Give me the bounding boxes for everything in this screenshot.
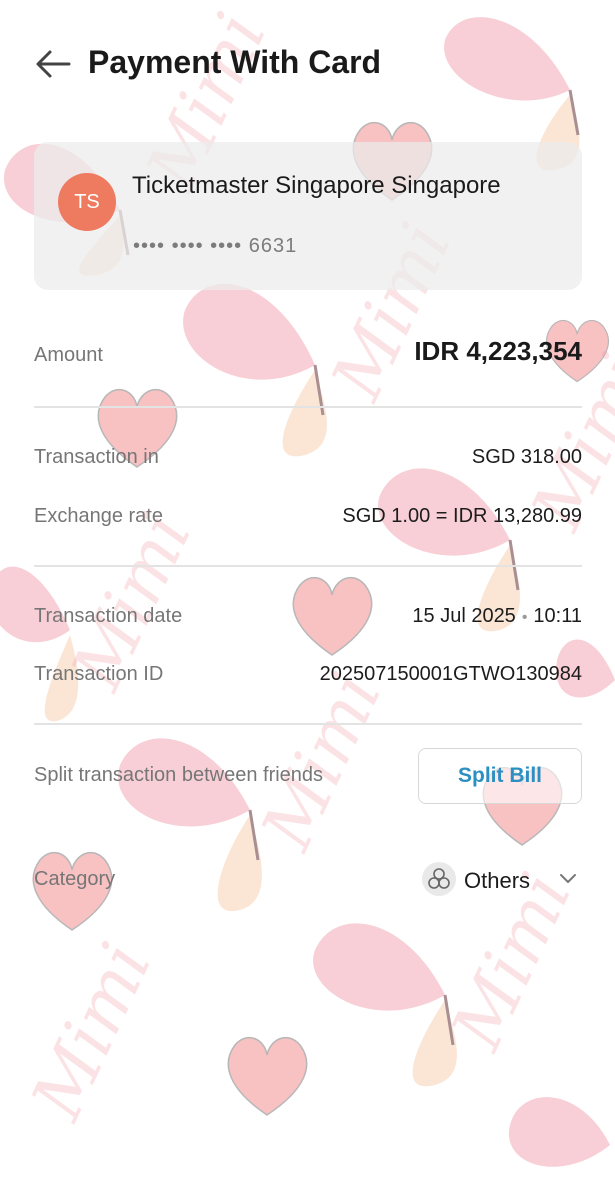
transaction-id-row: Transaction ID 202507150001GTWO130984 — [34, 663, 582, 693]
chevron-down-icon — [560, 874, 576, 883]
butterfly-icon — [508, 1097, 610, 1167]
butterfly-icon — [313, 923, 457, 1087]
amount-row: Amount IDR 4,223,354 — [34, 336, 582, 376]
transaction-id-value[interactable]: 202507150001GTWO130984 — [320, 663, 582, 686]
exchange-rate-label: Exchange rate — [34, 505, 163, 527]
separator-dot: • — [521, 609, 528, 626]
amount-label: Amount — [34, 344, 103, 366]
amount-value: IDR 4,223,354 — [414, 336, 582, 366]
watermark-text: Mimi — [15, 930, 168, 1132]
category-value: Others — [464, 868, 531, 893]
transaction-date-label: Transaction date — [34, 605, 183, 627]
exchange-rate-value: SGD 1.00 = IDR 13,280.99 — [342, 505, 582, 527]
category-row: Category Others — [34, 860, 582, 900]
split-label: Split transaction between friends — [34, 764, 324, 786]
merchant-avatar: TS — [58, 173, 116, 231]
transaction-date-row: Transaction date 15 Jul 2025 • 10:11 — [34, 605, 582, 635]
date-text: 15 Jul 2025 — [412, 605, 516, 627]
merchant-card: TS Ticketmaster Singapore Singapore ••••… — [34, 142, 582, 290]
heart-icon — [227, 1036, 308, 1116]
divider — [34, 723, 582, 725]
page-title: Payment With Card — [88, 44, 382, 80]
category-label: Category — [34, 868, 116, 890]
split-bill-button[interactable]: Split Bill — [418, 748, 582, 804]
exchange-rate-row: Exchange rate SGD 1.00 = IDR 13,280.99 — [34, 505, 582, 535]
category-circles-icon — [422, 862, 456, 896]
transaction-in-value: SGD 318.00 — [471, 446, 582, 468]
category-selector[interactable]: Others — [422, 860, 582, 900]
transaction-date-value: 15 Jul 2025 • 10:11 — [412, 605, 582, 628]
app-header: Payment With Card — [0, 30, 615, 100]
split-bill-row: Split transaction between friends Split … — [34, 748, 582, 804]
divider — [34, 565, 582, 567]
transaction-in-label: Transaction in — [34, 446, 159, 468]
time-text: 10:11 — [533, 605, 582, 627]
arrow-left-icon[interactable] — [34, 48, 72, 80]
merchant-name: Ticketmaster Singapore Singapore — [132, 172, 501, 199]
transaction-currency-row: Transaction in SGD 318.00 — [34, 446, 582, 476]
transaction-id-label: Transaction ID — [34, 663, 164, 685]
masked-card-number: •••• •••• •••• 6631 — [133, 235, 298, 257]
divider — [34, 406, 582, 408]
